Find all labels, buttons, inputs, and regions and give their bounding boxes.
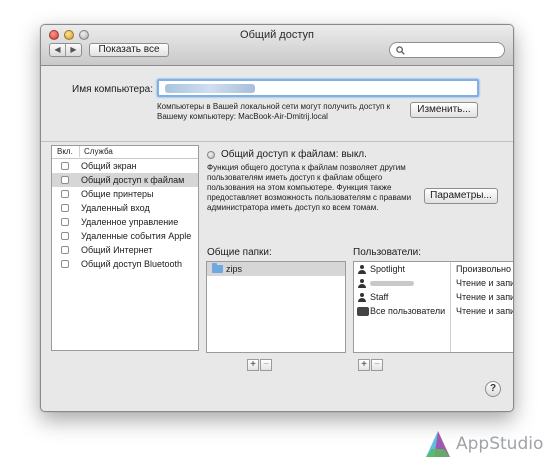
service-checkbox[interactable] bbox=[61, 260, 69, 268]
service-checkbox[interactable] bbox=[61, 204, 69, 212]
user-name-blurred bbox=[370, 281, 414, 286]
appstudio-logo-icon bbox=[426, 431, 450, 457]
title-bar: Общий доступ ◀ ▶ Показать все bbox=[41, 25, 513, 66]
add-user-button[interactable]: + bbox=[358, 359, 370, 371]
service-label: Удаленный вход bbox=[81, 203, 150, 213]
shared-folders-list: zips bbox=[206, 261, 346, 353]
folder-row[interactable]: zips bbox=[207, 262, 345, 276]
computer-name-field[interactable] bbox=[157, 79, 479, 97]
permission-select[interactable]: Чтение и запись bbox=[456, 276, 513, 290]
user-row[interactable]: Все пользователи Чтение и запись ⬍ bbox=[354, 304, 513, 318]
permission-select[interactable]: Произвольно bbox=[456, 262, 511, 276]
computer-name-note: Компьютеры в Вашей локальной сети могут … bbox=[157, 102, 391, 121]
computer-name-label: Имя компьютера: bbox=[72, 84, 154, 95]
service-row[interactable]: Общие принтеры bbox=[52, 187, 198, 201]
user-name: Все пользователи bbox=[370, 306, 446, 316]
service-checkbox[interactable] bbox=[61, 246, 69, 254]
sharing-window: Общий доступ ◀ ▶ Показать все Имя компью… bbox=[40, 24, 514, 412]
forward-button[interactable]: ▶ bbox=[65, 44, 81, 56]
service-row[interactable]: Удаленное управление bbox=[52, 215, 198, 229]
file-sharing-detail: Общий доступ к файлам: выкл. Функция общ… bbox=[205, 145, 513, 371]
status-text: Общий доступ к файлам: выкл. bbox=[221, 149, 367, 160]
watermark-text: AppStudio bbox=[456, 434, 544, 454]
permission-select[interactable]: Чтение и запись bbox=[456, 290, 513, 304]
folder-icon bbox=[212, 263, 223, 273]
computer-name-section: Имя компьютера: Компьютеры в Вашей локал… bbox=[41, 66, 513, 142]
service-row[interactable]: Общий доступ Bluetooth bbox=[52, 257, 198, 271]
service-checkbox[interactable] bbox=[61, 218, 69, 226]
folder-name: zips bbox=[226, 264, 243, 274]
remove-user-button[interactable]: − bbox=[371, 359, 383, 371]
service-label: Удаленное управление bbox=[81, 217, 179, 227]
nav-back-forward: ◀ ▶ bbox=[49, 43, 82, 57]
service-row-selected[interactable]: Общий доступ к файлам bbox=[52, 173, 198, 187]
group-icon bbox=[357, 307, 369, 316]
status-description: Функция общего доступа к файлам позволяе… bbox=[207, 163, 412, 212]
window-title: Общий доступ bbox=[240, 29, 314, 41]
section-divider bbox=[41, 141, 513, 142]
back-button[interactable]: ◀ bbox=[50, 44, 65, 56]
users-label: Пользователи: bbox=[353, 247, 422, 258]
service-label: Удаленные события Apple bbox=[81, 231, 192, 241]
computer-name-value-blurred bbox=[165, 84, 255, 93]
service-checkbox[interactable] bbox=[61, 176, 69, 184]
service-row[interactable]: Удаленный вход bbox=[52, 201, 198, 215]
remove-folder-button[interactable]: − bbox=[260, 359, 272, 371]
service-checkbox[interactable] bbox=[61, 232, 69, 240]
status-row: Общий доступ к файлам: выкл. bbox=[207, 149, 367, 160]
service-label: Общий доступ Bluetooth bbox=[81, 259, 182, 269]
search-input[interactable] bbox=[389, 42, 505, 58]
show-all-button[interactable]: Показать все bbox=[89, 43, 169, 57]
change-name-button[interactable]: Изменить... bbox=[410, 102, 478, 118]
service-label: Общие принтеры bbox=[81, 189, 154, 199]
service-label: Общий доступ к файлам bbox=[81, 175, 185, 185]
user-name: Spotlight bbox=[370, 264, 406, 274]
service-label: Общий экран bbox=[81, 161, 137, 171]
user-row[interactable]: Spotlight Произвольно ⬍ bbox=[354, 262, 513, 276]
service-checkbox[interactable] bbox=[61, 190, 69, 198]
service-checkbox[interactable] bbox=[61, 162, 69, 170]
permission-select[interactable]: Чтение и запись bbox=[456, 304, 513, 318]
help-button[interactable]: ? bbox=[485, 381, 501, 397]
service-row[interactable]: Удаленные события Apple bbox=[52, 229, 198, 243]
options-button[interactable]: Параметры... bbox=[424, 188, 498, 204]
service-label: Общий Интернет bbox=[81, 245, 153, 255]
service-row[interactable]: Общий экран bbox=[52, 159, 198, 173]
services-list: Вкл. Служба Общий экран Общий доступ к ф… bbox=[51, 145, 199, 351]
user-icon bbox=[358, 265, 366, 274]
user-icon bbox=[358, 293, 366, 302]
services-header: Вкл. Служба bbox=[52, 146, 198, 159]
watermark: AppStudio bbox=[424, 426, 543, 462]
column-header-on[interactable]: Вкл. bbox=[57, 146, 73, 157]
user-name: Staff bbox=[370, 292, 389, 302]
shared-folders-label: Общие папки: bbox=[207, 247, 272, 258]
status-indicator-icon bbox=[207, 150, 215, 159]
search-icon bbox=[396, 46, 405, 55]
user-row[interactable]: Staff Чтение и запись ⬍ bbox=[354, 290, 513, 304]
user-icon bbox=[358, 279, 366, 288]
user-row[interactable]: Чтение и запись ⬍ bbox=[354, 276, 513, 290]
column-header-service[interactable]: Служба bbox=[79, 146, 113, 157]
add-folder-button[interactable]: + bbox=[247, 359, 259, 371]
service-row[interactable]: Общий Интернет bbox=[52, 243, 198, 257]
users-list: Spotlight Произвольно ⬍ Чтение и запись … bbox=[353, 261, 513, 353]
